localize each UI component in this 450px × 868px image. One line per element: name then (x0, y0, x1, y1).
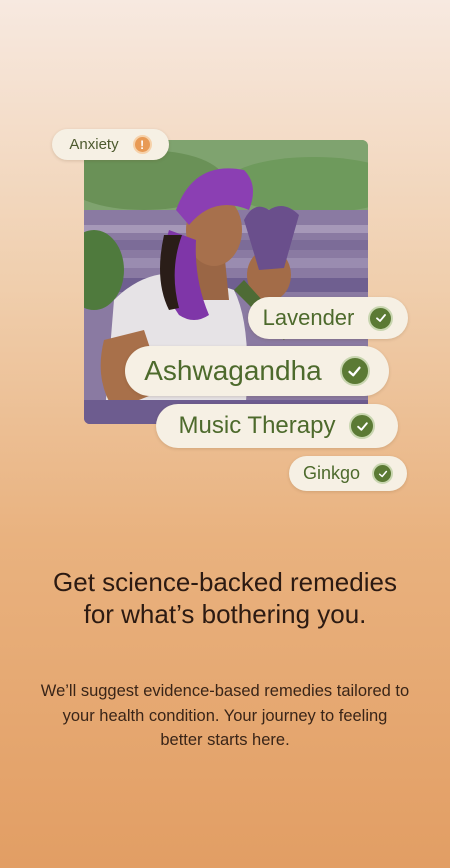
headline: Get science-backed remedies for what’s b… (53, 567, 397, 629)
exclamation-icon: ! (132, 135, 152, 154)
tag-music-therapy: Music Therapy (156, 404, 398, 448)
tag-anxiety-label: Anxiety (69, 136, 119, 153)
tag-ginkgo: Ginkgo (289, 456, 407, 491)
description-text: We’ll suggest evidence-based remedies ta… (40, 682, 410, 749)
tag-ashwagandha-label: Ashwagandha (144, 355, 322, 386)
check-icon (368, 305, 394, 331)
check-icon (349, 413, 376, 439)
tag-lavender-label: Lavender (262, 305, 355, 330)
tag-anxiety: Anxiety ! (52, 129, 169, 160)
tag-music-therapy-label: Music Therapy (178, 412, 336, 439)
tag-ginkgo-label: Ginkgo (302, 463, 361, 483)
tag-lavender: Lavender (248, 297, 408, 339)
tag-ashwagandha: Ashwagandha (125, 346, 389, 396)
check-icon (339, 356, 370, 386)
check-icon (372, 463, 394, 484)
onboarding-screen: Anxiety ! Lavender Ashwagandha Music The… (0, 0, 450, 868)
